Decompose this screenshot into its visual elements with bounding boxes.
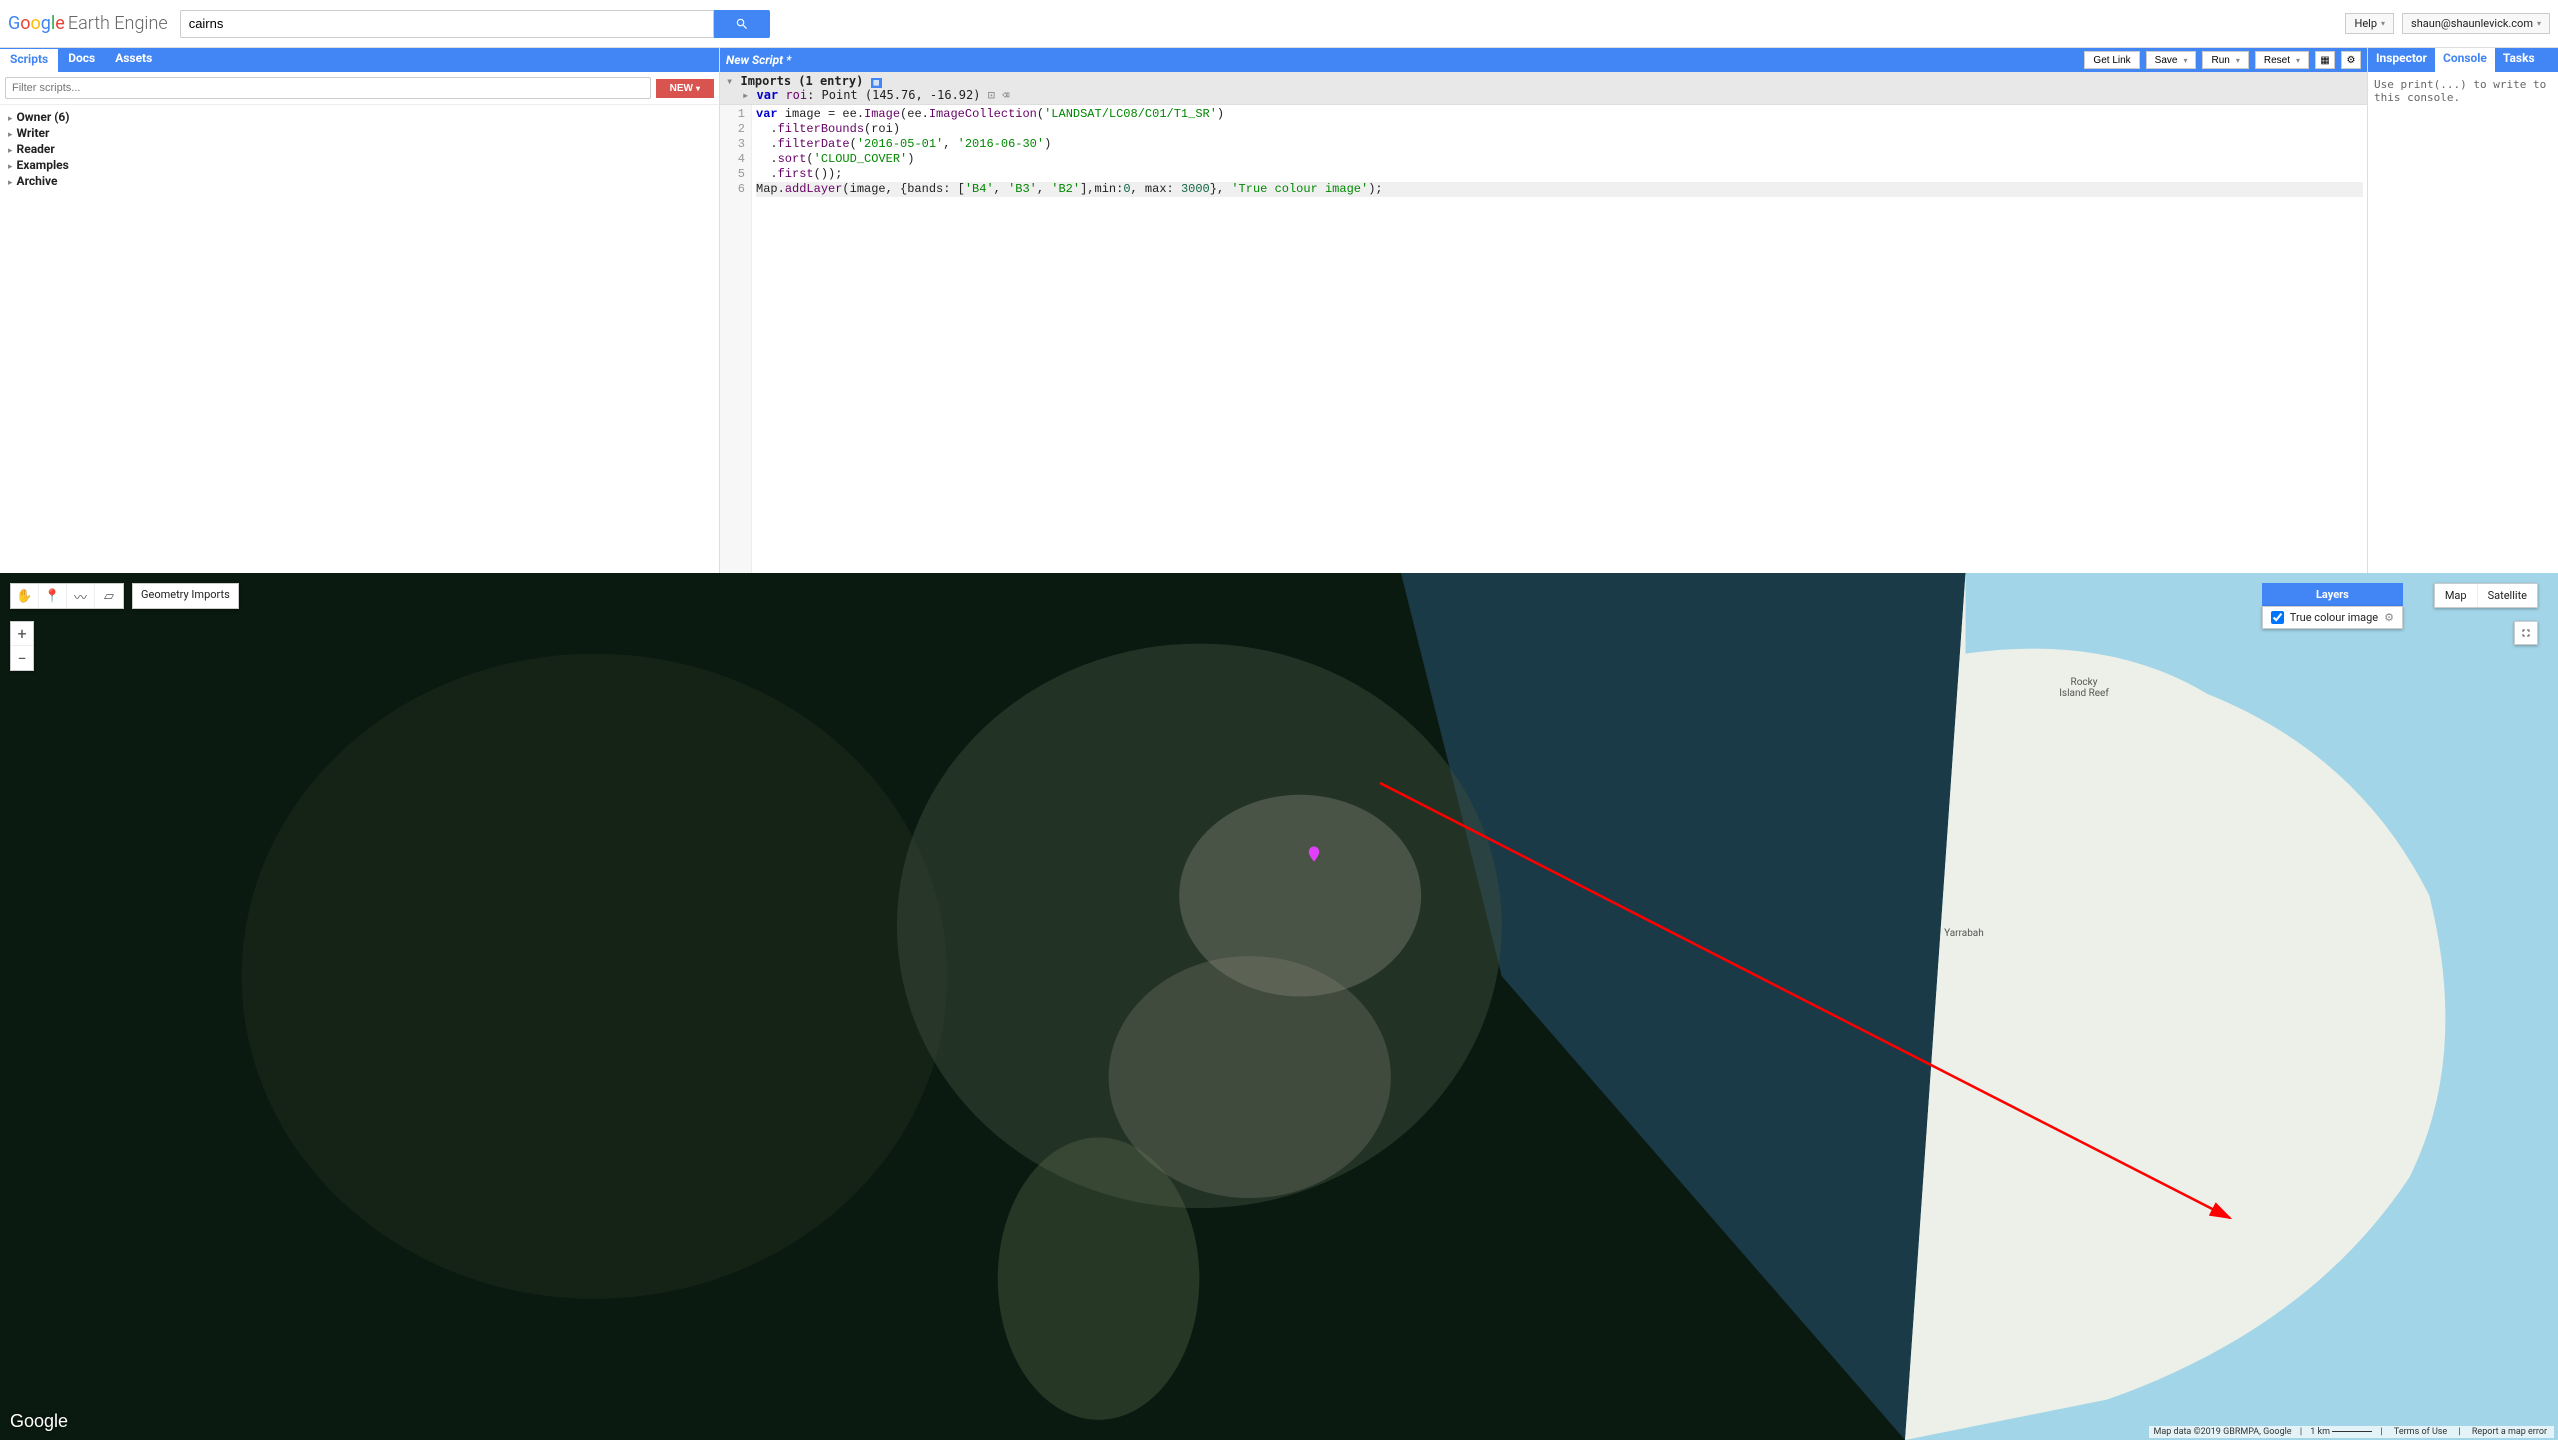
scripts-panel: Scripts Docs Assets NEW▾ Owner (6) Write…	[0, 48, 720, 573]
new-script-button[interactable]: NEW▾	[656, 79, 714, 98]
tab-tasks[interactable]: Tasks	[2495, 48, 2543, 72]
polygon-tool[interactable]: ▱	[95, 584, 123, 608]
map-view[interactable]: Rocky Island Reef Yarrabah ✋ 📍 〰 ▱ Geome…	[0, 573, 2558, 1440]
left-tabs: Scripts Docs Assets	[0, 48, 719, 72]
apps-icon[interactable]: ▦	[2315, 51, 2335, 69]
scripts-toolbar: NEW▾	[0, 72, 719, 105]
imports-block[interactable]: ▾ Imports (1 entry) ▦ ▸ var roi: Point (…	[720, 72, 2367, 105]
layers-button[interactable]: Layers	[2262, 583, 2403, 606]
script-title: New Script *	[726, 53, 791, 67]
account-menu[interactable]: shaun@shaunlevick.com▾	[2402, 13, 2550, 34]
hand-tool[interactable]: ✋	[11, 584, 39, 608]
gear-icon[interactable]: ⚙	[2341, 51, 2361, 69]
map-background	[0, 573, 2558, 1440]
main-panels: Scripts Docs Assets NEW▾ Owner (6) Write…	[0, 48, 2558, 573]
point-tool[interactable]: 📍	[39, 584, 67, 608]
marker-icon	[1305, 842, 1323, 866]
draw-tools: ✋ 📍 〰 ▱	[10, 583, 124, 609]
layers-panel: Layers True colour image ⚙	[2262, 583, 2403, 629]
label-yarrabah: Yarrabah	[1944, 928, 1984, 939]
run-button[interactable]: Run	[2202, 51, 2248, 69]
tree-archive[interactable]: Archive	[8, 173, 711, 189]
code-lines[interactable]: var image = ee.Image(ee.ImageCollection(…	[752, 105, 2367, 573]
right-tabs: Inspector Console Tasks	[2368, 48, 2558, 72]
help-menu[interactable]: Help▾	[2345, 13, 2394, 34]
tab-console[interactable]: Console	[2435, 48, 2495, 72]
zoom-in-button[interactable]: +	[11, 622, 33, 646]
tab-scripts[interactable]: Scripts	[0, 48, 58, 72]
search-button[interactable]	[714, 10, 770, 38]
search-icon	[735, 17, 749, 31]
geometry-imports-button[interactable]: Geometry Imports	[132, 583, 239, 609]
header-right: Help▾ shaun@shaunlevick.com▾	[2345, 13, 2550, 34]
layers-list: True colour image ⚙	[2262, 606, 2403, 629]
maptype-map[interactable]: Map	[2435, 584, 2478, 607]
map-toolbar: ✋ 📍 〰 ▱ Geometry Imports	[10, 583, 239, 609]
tree-writer[interactable]: Writer	[8, 125, 711, 141]
maptype-satellite[interactable]: Satellite	[2478, 584, 2537, 607]
fullscreen-button[interactable]	[2514, 621, 2538, 645]
report-error-link[interactable]: Report a map error	[2472, 1427, 2547, 1437]
tree-examples[interactable]: Examples	[8, 157, 711, 173]
layer-row: True colour image ⚙	[2263, 607, 2402, 628]
console-panel: Inspector Console Tasks Use print(...) t…	[2368, 48, 2558, 573]
zoom-control: + −	[10, 621, 34, 671]
line-gutter: 1 2 3 4 5 6	[720, 105, 752, 573]
layer-name: True colour image	[2290, 611, 2378, 624]
tree-owner[interactable]: Owner (6)	[8, 109, 711, 125]
google-watermark: Google	[10, 1411, 68, 1432]
layer-checkbox[interactable]	[2271, 611, 2284, 624]
tab-inspector[interactable]: Inspector	[2368, 48, 2435, 72]
tab-docs[interactable]: Docs	[58, 48, 105, 72]
layer-settings-icon[interactable]: ⚙	[2384, 611, 2394, 624]
roi-marker[interactable]	[1305, 842, 1323, 866]
zoom-out-button[interactable]: −	[11, 646, 33, 670]
tree-reader[interactable]: Reader	[8, 141, 711, 157]
save-button[interactable]: Save	[2146, 51, 2197, 69]
search-input[interactable]	[180, 10, 714, 38]
logo: Google Earth Engine	[8, 13, 168, 34]
map-attribution: Map data ©2019 GBRMPA, Google | 1 km | T…	[2149, 1426, 2554, 1438]
editor-panel: New Script * Get Link Save Run Reset ▦ ⚙…	[720, 48, 2368, 573]
maptype-control: Map Satellite	[2434, 583, 2538, 608]
editor-toolbar: Get Link Save Run Reset ▦ ⚙	[2084, 51, 2361, 69]
app-header: Google Earth Engine Help▾ shaun@shaunlev…	[0, 0, 2558, 48]
fullscreen-icon	[2520, 627, 2532, 639]
terms-link[interactable]: Terms of Use	[2394, 1427, 2447, 1437]
reset-button[interactable]: Reset	[2255, 51, 2309, 69]
code-editor[interactable]: 1 2 3 4 5 6 var image = ee.Image(ee.Imag…	[720, 105, 2367, 573]
getlink-button[interactable]: Get Link	[2084, 51, 2139, 69]
tab-assets[interactable]: Assets	[105, 48, 162, 72]
filter-scripts-input[interactable]	[5, 77, 651, 99]
editor-header: New Script * Get Link Save Run Reset ▦ ⚙	[720, 48, 2367, 72]
line-tool[interactable]: 〰	[67, 584, 95, 608]
scripts-tree: Owner (6) Writer Reader Examples Archive	[0, 105, 719, 193]
label-rocky: Rocky Island Reef	[2059, 677, 2109, 699]
search-wrap	[180, 10, 770, 38]
console-output: Use print(...) to write to this console.	[2368, 72, 2558, 573]
